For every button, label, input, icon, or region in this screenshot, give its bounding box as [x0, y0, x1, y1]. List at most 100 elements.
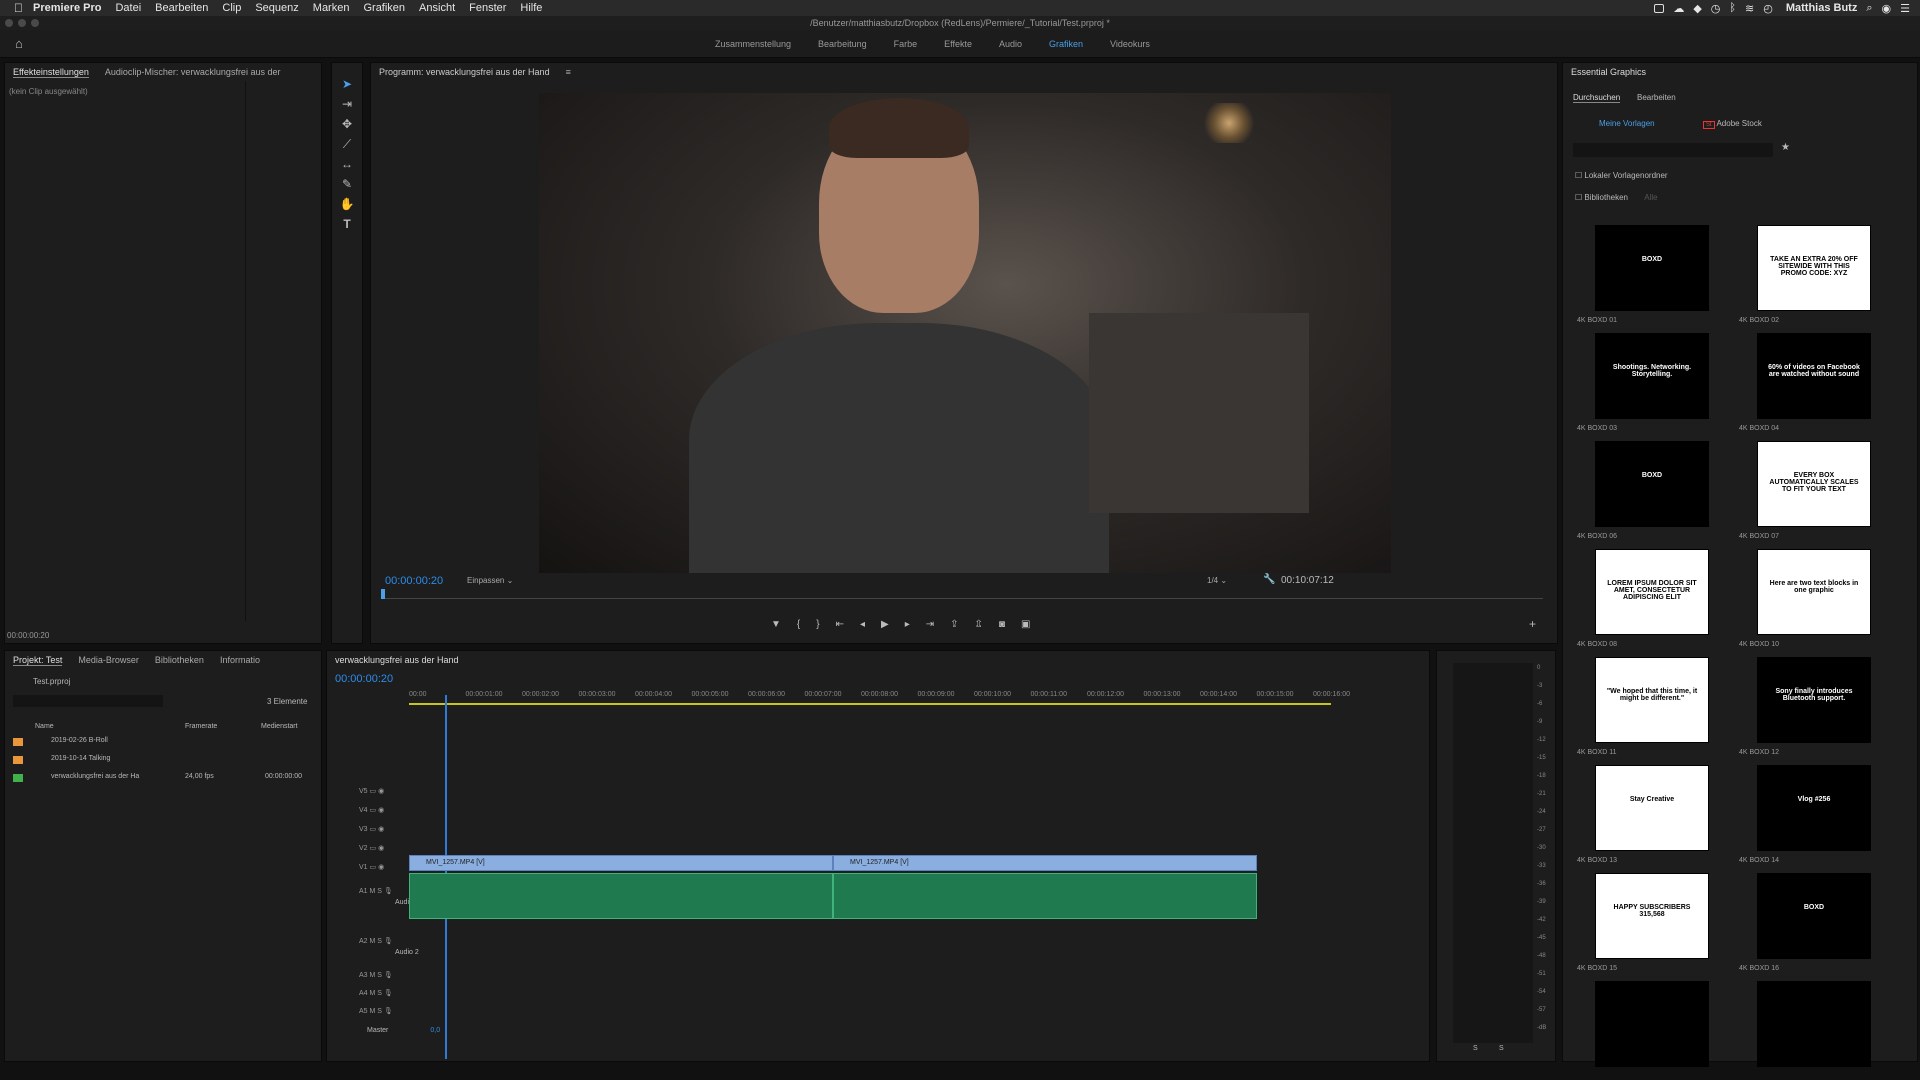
adobe-stock-button[interactable]: St Adobe Stock [1703, 119, 1762, 129]
type-tool-icon[interactable]: T [339, 216, 355, 232]
workspace-zusammenstellung[interactable]: Zusammenstellung [715, 39, 791, 49]
audio-track-header[interactable]: A2 M S 🎙 [359, 937, 419, 945]
workspace-effekte[interactable]: Effekte [944, 39, 972, 49]
go-to-out-icon[interactable]: ⇥ [926, 619, 934, 630]
menu-fenster[interactable]: Fenster [469, 2, 506, 14]
workspace-videokurs[interactable]: Videokurs [1110, 39, 1150, 49]
video-track-header[interactable]: V4 ▭ ◉ [359, 806, 403, 814]
razor-tool-icon[interactable]: ⟋ [339, 136, 355, 152]
color-label[interactable] [13, 738, 23, 746]
col-medienstart[interactable]: Medienstart [261, 723, 298, 730]
timeline-tab[interactable]: verwacklungsfrei aus der Hand [335, 655, 459, 665]
eg-search-input[interactable] [1573, 143, 1773, 157]
template-thumbnail[interactable]: Sony finally introduces Bluetooth suppor… [1757, 657, 1871, 743]
video-clip[interactable]: MVI_1257.MP4 [V] [833, 855, 1257, 871]
wifi-icon[interactable]: ≋ [1745, 2, 1754, 15]
audio-clip[interactable] [833, 873, 1257, 919]
tab-effekteinstellungen[interactable]: Effekteinstellungen [13, 67, 89, 78]
playhead-bar[interactable] [383, 598, 1543, 599]
workspace-bearbeitung[interactable]: Bearbeitung [818, 39, 867, 49]
spotlight-icon[interactable]: ⌕ [1866, 2, 1872, 15]
tab-projekt[interactable]: Projekt: Test [13, 655, 63, 666]
time-ruler[interactable]: 00:00 00:00:01:00 00:00:02:00 00:00:03:00 00… [409, 691, 1350, 711]
master-track[interactable]: Master 0,0 [367, 1027, 440, 1034]
color-label[interactable] [13, 756, 23, 764]
ripple-edit-tool-icon[interactable]: ✥ [339, 116, 355, 132]
video-frame[interactable] [539, 93, 1391, 573]
screen-icon[interactable] [1654, 3, 1665, 13]
step-back-icon[interactable]: ◂ [860, 619, 865, 630]
menu-icon[interactable]: ≡ [566, 67, 571, 77]
mark-in-icon[interactable]: { [797, 619, 800, 630]
fit-dropdown[interactable]: Einpassen ⌄ [467, 576, 513, 585]
lift-icon[interactable]: ⇪ [950, 619, 958, 630]
siri-icon[interactable]: ◉ [1882, 2, 1892, 15]
extract-icon[interactable]: ⇫ [975, 619, 983, 630]
track-select-tool-icon[interactable]: ⇥ [339, 96, 355, 112]
col-framerate[interactable]: Framerate [185, 723, 217, 730]
workspace-farbe[interactable]: Farbe [894, 39, 918, 49]
project-row[interactable]: verwacklungsfrei aus der Ha 24,00 fps 00… [13, 772, 313, 786]
bibliotheken-checkbox[interactable]: ☐ Bibliotheken Alle [1575, 193, 1658, 202]
menu-hilfe[interactable]: Hilfe [520, 2, 542, 14]
work-area-bar[interactable] [409, 703, 1331, 705]
bluetooth-icon[interactable]: ᛒ [1729, 2, 1736, 14]
star-icon[interactable]: ★ [1781, 142, 1790, 153]
dropbox-icon[interactable]: ◆ [1693, 2, 1701, 15]
template-thumbnail[interactable]: Stay Creative [1595, 765, 1709, 851]
control-center-icon[interactable]: ☰ [1900, 2, 1910, 15]
slip-tool-icon[interactable]: ↔ [339, 156, 355, 172]
step-forward-icon[interactable]: ▸ [905, 619, 910, 630]
time-machine-icon[interactable]: ◴ [1763, 2, 1773, 15]
meter-solo-right[interactable]: S [1499, 1045, 1504, 1052]
template-thumbnail[interactable]: TAKE AN EXTRA 20% OFF SITEWIDE WITH THIS… [1757, 225, 1871, 311]
audio-track-header[interactable]: A3 M S 🎙 [359, 971, 419, 979]
meine-vorlagen-button[interactable]: Meine Vorlagen [1599, 119, 1655, 128]
tab-informationen[interactable]: Informatio [220, 655, 260, 665]
template-thumbnail[interactable]: "We hoped that this time, it might be di… [1595, 657, 1709, 743]
play-icon[interactable]: ▶ [881, 619, 889, 630]
template-thumbnail[interactable]: BOXD [1757, 873, 1871, 959]
menu-grafiken[interactable]: Grafiken [363, 2, 405, 14]
template-thumbnail[interactable]: LOREM IPSUM DOLOR SIT AMET, CONSECTETUR … [1595, 549, 1709, 635]
selection-tool-icon[interactable]: ➤ [339, 76, 355, 92]
template-thumbnail[interactable]: Here are two text blocks in one graphic [1757, 549, 1871, 635]
audio-track-header[interactable]: A5 M S 🎙 [359, 1007, 419, 1015]
template-thumbnail[interactable] [1595, 981, 1709, 1067]
lokaler-vorlagenordner-checkbox[interactable]: ☐ Lokaler Vorlagenordner [1575, 171, 1668, 180]
video-track-header[interactable]: V3 ▭ ◉ [359, 825, 403, 833]
pen-tool-icon[interactable]: ✎ [339, 176, 355, 192]
menu-marken[interactable]: Marken [313, 2, 350, 14]
menu-datei[interactable]: Datei [115, 2, 141, 14]
audio-clip[interactable] [409, 873, 833, 919]
template-thumbnail[interactable] [1757, 981, 1871, 1067]
video-clip[interactable]: MVI_1257.MP4 [V] [409, 855, 833, 871]
template-thumbnail[interactable]: HAPPY SUBSCRIBERS 315,568 [1595, 873, 1709, 959]
tab-durchsuchen[interactable]: Durchsuchen [1573, 93, 1621, 103]
menu-clip[interactable]: Clip [222, 2, 241, 14]
mark-out-icon[interactable]: } [816, 619, 819, 630]
tab-media-browser[interactable]: Media-Browser [78, 655, 139, 665]
quality-dropdown[interactable]: 1/4 ⌄ [1207, 576, 1227, 585]
compare-icon[interactable]: ▣ [1021, 619, 1030, 630]
camera-icon[interactable]: ◙ [999, 619, 1005, 630]
workspace-audio[interactable]: Audio [999, 39, 1022, 49]
zoom-window-button[interactable] [31, 19, 39, 27]
user-name[interactable]: Matthias Butz [1786, 2, 1858, 14]
cloud-icon[interactable]: ☁ [1673, 2, 1684, 15]
tab-audioclip-mischer[interactable]: Audioclip-Mischer: verwacklungsfrei aus … [105, 67, 281, 77]
marker-icon[interactable]: ▼ [771, 619, 781, 630]
workspace-grafiken[interactable]: Grafiken [1049, 39, 1083, 49]
template-thumbnail[interactable]: 60% of videos on Facebook are watched wi… [1757, 333, 1871, 419]
clock-icon[interactable]: ◷ [1711, 2, 1721, 15]
home-icon[interactable]: ⌂ [15, 36, 23, 51]
video-track-header[interactable]: V1 ▭ ◉ [359, 863, 403, 871]
project-search-input[interactable] [13, 695, 163, 707]
color-label[interactable] [13, 774, 23, 782]
template-thumbnail[interactable]: Vlog #256 [1757, 765, 1871, 851]
eg-title[interactable]: Essential Graphics [1571, 67, 1646, 77]
video-track-header[interactable]: V2 ▭ ◉ [359, 844, 403, 852]
go-to-in-icon[interactable]: ⇤ [836, 619, 844, 630]
audio-track-header[interactable]: A4 M S 🎙 [359, 989, 419, 997]
apple-icon[interactable]:  [14, 1, 23, 15]
